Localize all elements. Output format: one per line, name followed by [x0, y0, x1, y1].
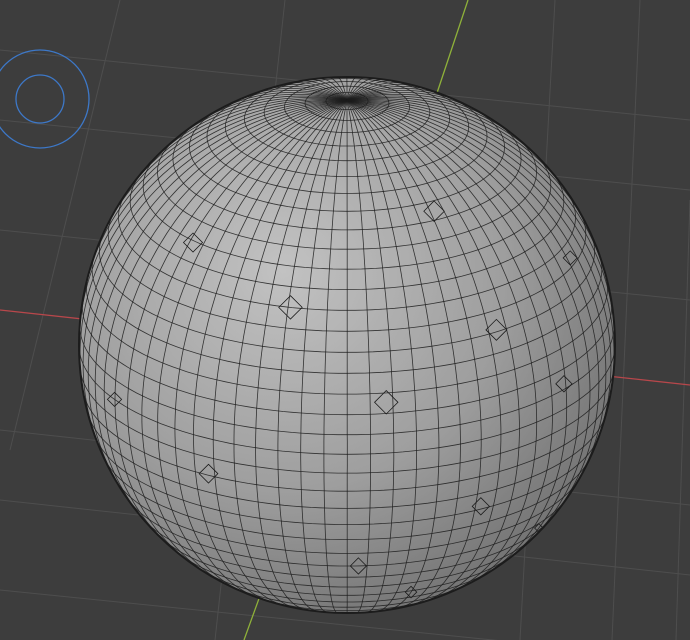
sphere-mesh[interactable]	[78, 76, 616, 614]
sun-light-gizmo-icon[interactable]	[0, 49, 90, 149]
y-axis-line	[435, 0, 469, 97]
viewport-canvas[interactable]	[0, 0, 690, 640]
3d-viewport[interactable]	[0, 0, 690, 640]
